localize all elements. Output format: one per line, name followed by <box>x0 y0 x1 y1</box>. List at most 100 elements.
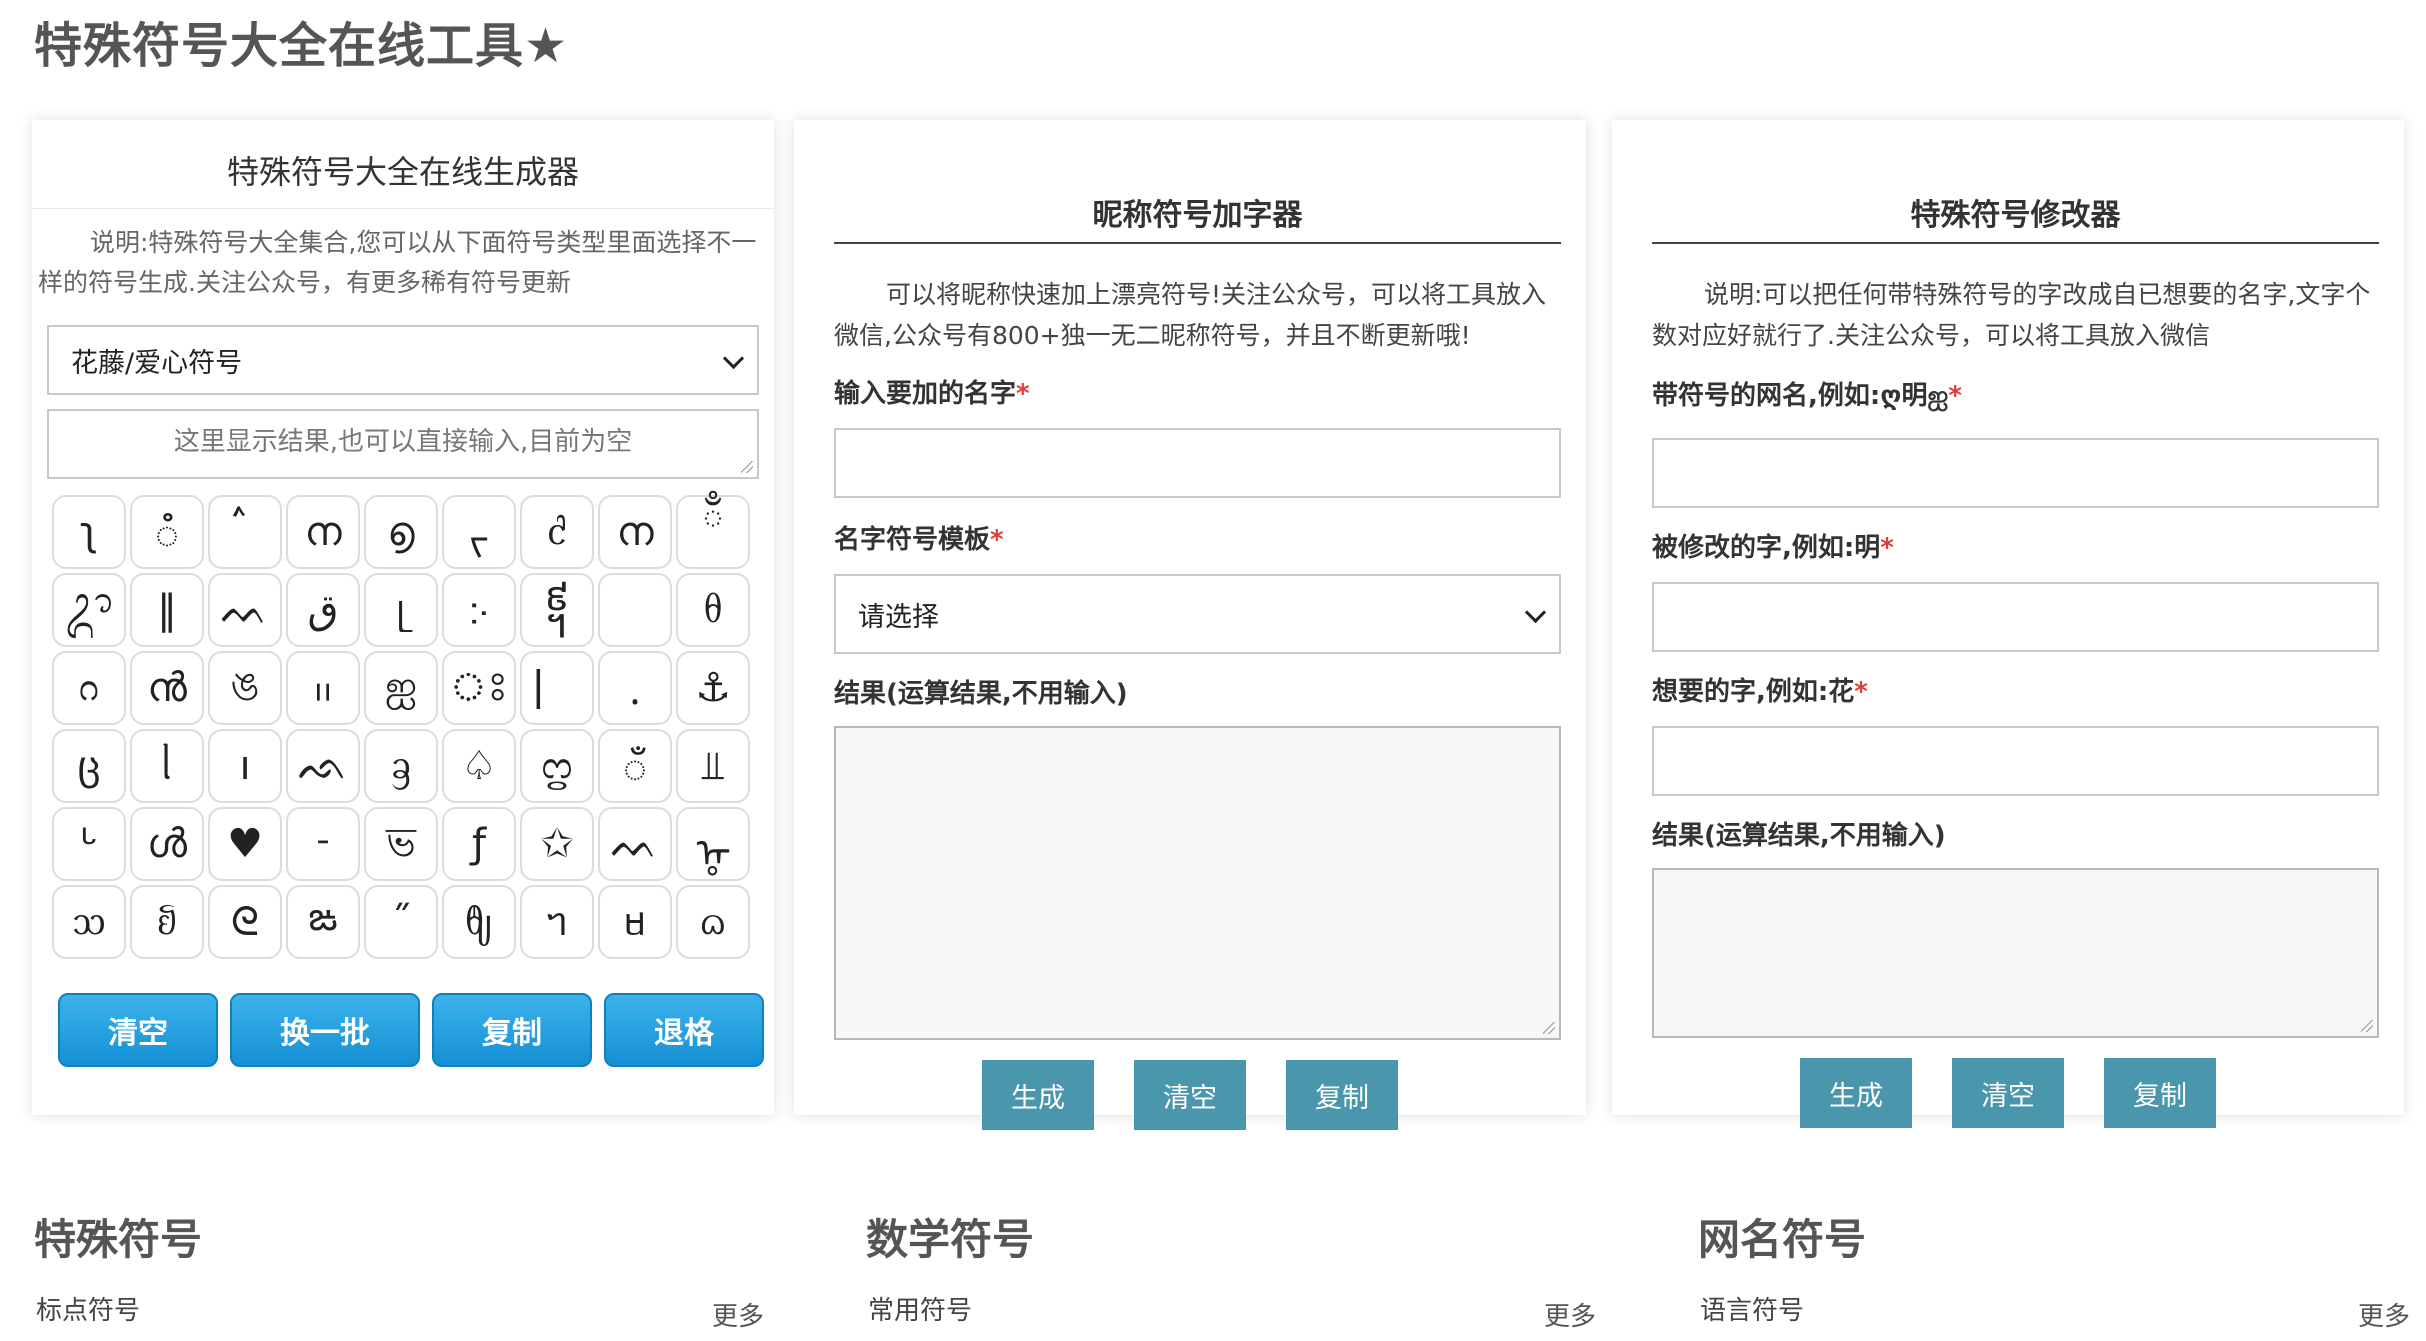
resize-grip-icon[interactable] <box>1543 1022 1555 1034</box>
symbol-cell[interactable]: ന <box>598 495 672 569</box>
symbol-name-input[interactable] <box>1652 438 2379 508</box>
result-textarea[interactable] <box>1652 868 2379 1038</box>
copy-button[interactable]: 复制 <box>432 993 592 1067</box>
template-select[interactable]: 请选择 <box>834 574 1561 654</box>
symbol-cell[interactable]: ᦉ <box>52 885 126 959</box>
symbol-cell[interactable]: ꠋ <box>130 495 204 569</box>
symbol-cell[interactable]: ᬊ <box>52 573 126 647</box>
symbol-cell[interactable]: ƒ <box>442 807 516 881</box>
result-textarea[interactable] <box>834 726 1561 1040</box>
symbol-cell[interactable]: ന <box>286 495 360 569</box>
symbol-category-select[interactable]: 花藤/爱心符号 <box>47 325 759 395</box>
symbol-cell[interactable]: ভ <box>364 807 438 881</box>
backspace-button[interactable]: 退格 <box>604 993 764 1067</box>
resize-grip-icon[interactable] <box>741 461 753 473</box>
name-input-label: 输入要加的名字* <box>834 379 1030 409</box>
symbol-cell[interactable]: ᦒ <box>676 885 750 959</box>
clear-button[interactable]: 清空 <box>1952 1058 2064 1128</box>
symbol-cell[interactable]: ᘓ <box>208 885 282 959</box>
modifier-tool-description: 说明:可以把任何带特殊符号的字改成自已想要的名字,文字个数对应好就行了.关注公众… <box>1652 280 2371 350</box>
symbol-cell[interactable]: ᧩ <box>520 573 594 647</box>
symbol-cell[interactable]: ൻ <box>130 651 204 725</box>
page-title: 特殊符号大全在线工具★ <box>34 18 569 74</box>
symbol-cell[interactable]: ჻ <box>442 573 516 647</box>
symbol-generator-panel: 特殊符号大全在线生成器 说明:特殊符号大全集合,您可以从下面符号类型里面选择不一… <box>32 120 774 1115</box>
symbol-cell[interactable]: ᦦ <box>520 729 594 803</box>
nickname-symbol-panel: 昵称符号加字器 可以将昵称快速加上漂亮符号!关注公众号，可以将工具放入微信,公众… <box>794 120 1586 1130</box>
symbol-cell[interactable]: ᥣ <box>130 729 204 803</box>
symbol-cell[interactable]: ᡎ <box>676 807 750 881</box>
symbol-cell[interactable]: ‖ <box>130 573 204 647</box>
symbol-cell[interactable]: ♤ <box>442 729 516 803</box>
symbol-cell[interactable]: ఙ <box>286 885 360 959</box>
refresh-batch-button[interactable]: 换一批 <box>230 993 420 1067</box>
symbol-cell[interactable]: ♥ <box>208 807 282 881</box>
symbol-cell[interactable]: ᦲ <box>676 573 750 647</box>
symbol-cell[interactable]: ⫫ <box>676 729 750 803</box>
symbol-output-placeholder: 这里显示结果,也可以直接输入,目前为空 <box>173 427 633 457</box>
symbol-cell[interactable]: ࠦ <box>208 495 282 569</box>
template-select-label: 名字符号模板* <box>834 525 1004 555</box>
symbol-cell[interactable]: ँ <box>598 729 672 803</box>
more-link[interactable]: 更多 <box>2358 1296 2410 1333</box>
symbol-cell[interactable]: ᱿ <box>286 651 360 725</box>
symbol-cell[interactable]: ✩ <box>520 807 594 881</box>
symbol-cell[interactable]: ⚓ <box>676 651 750 725</box>
chevron-down-icon <box>1524 601 1547 624</box>
symbol-cell[interactable]: ʅ <box>52 495 126 569</box>
section-subcategory-link[interactable]: 常用符号 <box>868 1290 972 1327</box>
symbol-cell[interactable]: ᱹ <box>598 651 672 725</box>
symbol-cell[interactable]: ᡕ <box>442 495 516 569</box>
symbol-cell[interactable]: ᨒ <box>286 729 360 803</box>
copy-button[interactable]: 复制 <box>2104 1058 2216 1128</box>
symbol-cell[interactable]: ᦅ <box>52 651 126 725</box>
result-label: 结果(运算结果,不用输入) <box>1652 821 1946 851</box>
modified-char-label: 被修改的字,例如:明* <box>1652 533 1894 563</box>
name-input[interactable] <box>834 428 1561 498</box>
symbol-category-value: 花藤/爱心符号 <box>71 347 243 379</box>
symbol-cell[interactable]: ı <box>208 729 282 803</box>
copy-button[interactable]: 复制 <box>1286 1060 1398 1130</box>
symbol-output-field[interactable]: 这里显示结果,也可以直接输入,目前为空 <box>47 409 759 479</box>
more-link[interactable]: 更多 <box>712 1296 764 1333</box>
more-link[interactable]: 更多 <box>1544 1296 1596 1333</box>
symbol-cell[interactable]: ൾ <box>130 807 204 881</box>
generate-button[interactable]: 生成 <box>982 1060 1094 1130</box>
modified-char-input[interactable] <box>1652 582 2379 652</box>
symbol-cell[interactable]: ᦺ <box>520 495 594 569</box>
symbol-cell[interactable]: ᒡ <box>52 807 126 881</box>
symbol-cell[interactable]: ᦿ <box>442 885 516 959</box>
clear-button[interactable]: 清空 <box>1134 1060 1246 1130</box>
symbol-cell[interactable]: ঃ <box>442 651 516 725</box>
symbol-cell[interactable]: ᨓ <box>598 807 672 881</box>
symbol-cell[interactable]: ᥛ <box>598 885 672 959</box>
symbol-cell[interactable]: ᱼ <box>286 807 360 881</box>
section-special-symbols: 特殊符号 标点符号 更多 <box>34 1210 764 1332</box>
section-title: 网名符号 <box>1698 1215 1867 1264</box>
symbol-cell[interactable] <box>598 573 672 647</box>
symbol-cell[interactable]: ᦃ <box>364 729 438 803</box>
symbol-modifier-panel: 特殊符号修改器 说明:可以把任何带特殊符号的字改成自已想要的名字,文字个数对应好… <box>1612 120 2404 1128</box>
symbol-cell[interactable]: ᦚ <box>130 885 204 959</box>
desired-char-input[interactable] <box>1652 726 2379 796</box>
chevron-down-icon <box>722 347 745 370</box>
resize-grip-icon[interactable] <box>2361 1020 2373 1032</box>
section-subcategory-link[interactable]: 标点符号 <box>36 1290 140 1327</box>
symbol-cell[interactable]: ˝ <box>364 885 438 959</box>
symbol-cell[interactable]: ᥨ <box>364 573 438 647</box>
symbol-cell[interactable]: ঙ <box>208 651 282 725</box>
section-subcategory-link[interactable]: 语言符号 <box>1700 1290 1804 1327</box>
symbol-cell[interactable]: ق <box>286 573 360 647</box>
symbol-cell[interactable]: ྃ <box>676 495 750 569</box>
nickname-tool-title: 昵称符号加字器 <box>834 190 1561 244</box>
symbol-cell[interactable]: ⎸ <box>520 651 594 725</box>
generate-button[interactable]: 生成 <box>1800 1058 1912 1128</box>
symbol-cell[interactable]: ஐ <box>364 651 438 725</box>
symbol-cell[interactable]: ᨓ <box>208 573 282 647</box>
section-nickname-symbols: 网名符号 语言符号 更多 <box>1698 1210 2410 1332</box>
symbol-cell[interactable]: ൭ <box>364 495 438 569</box>
clear-button[interactable]: 清空 <box>58 993 218 1067</box>
symbol-cell[interactable]: ᥐ <box>520 885 594 959</box>
symbol-grid: ʅꠋࠦന൭ᡕᦺനྃᬊ‖ᨓقᥨ჻᧩ᦲᦅൻঙ᱿ஐঃ⎸ᱹ⚓ცᥣıᨒᦃ♤ᦦँ⫫ᒡൾ♥ᱼভ… <box>52 495 774 959</box>
symbol-cell[interactable]: ც <box>52 729 126 803</box>
